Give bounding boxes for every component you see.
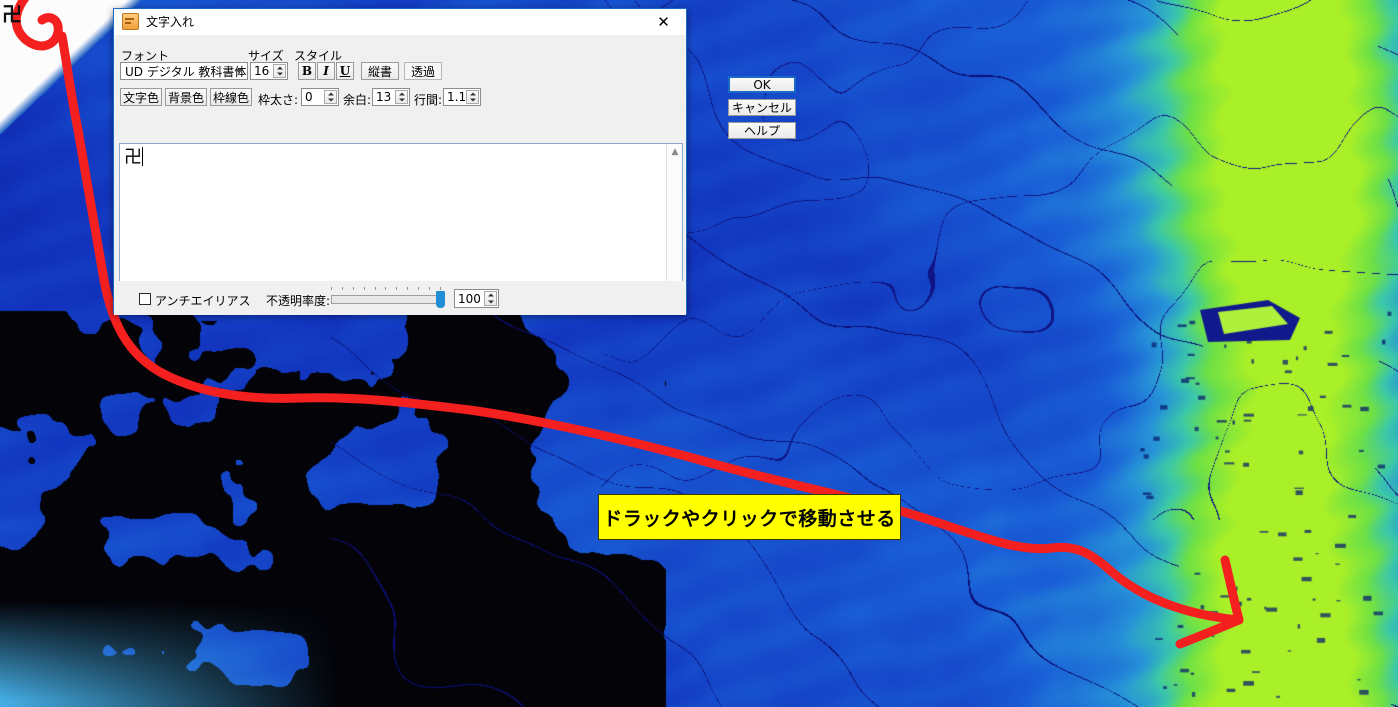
spin-down-icon[interactable] <box>396 97 407 103</box>
line-spacing-spin-buttons[interactable] <box>466 90 479 104</box>
help-label: ヘルプ <box>744 122 780 139</box>
spin-down-icon[interactable] <box>485 299 496 306</box>
border-color-button[interactable]: 枠線色 <box>210 88 252 106</box>
line-spacing-value: 1.1 <box>447 90 466 104</box>
dialog-titlebar[interactable]: 文字入れ ✕ <box>114 9 686 35</box>
font-size-spin-buttons[interactable] <box>273 64 286 78</box>
vertical-text-button[interactable]: 縦書 <box>361 62 399 80</box>
chevron-down-icon <box>235 69 243 73</box>
opacity-slider-track[interactable] <box>331 295 441 304</box>
font-family-select[interactable]: UD デジタル 教科書体 <box>120 62 248 80</box>
ok-label: OK <box>753 78 770 92</box>
line-spacing-stepper[interactable]: 1.1 <box>443 88 481 106</box>
font-family-value: UD デジタル 教科書体 <box>125 63 246 80</box>
dialog-title: 文字入れ <box>146 13 194 30</box>
map-callout-text: ドラックやクリックで移動させる <box>603 504 896 531</box>
antialias-checkbox[interactable] <box>139 293 151 305</box>
underline-button[interactable]: U <box>336 62 354 80</box>
opacity-label: 不透明率度: <box>266 292 330 309</box>
vertical-text-label: 縦書 <box>368 63 392 80</box>
map-callout-banner: ドラックやクリックで移動させる <box>598 494 901 540</box>
border-width-value: 0 <box>305 90 313 104</box>
spin-down-icon[interactable] <box>274 71 285 77</box>
dialog-body: フォント サイズ スタイル UD デジタル 教科書体 16 B I U 縦書 透… <box>114 35 686 315</box>
font-size-stepper[interactable]: 16 <box>250 62 288 80</box>
ok-button[interactable]: OK <box>728 76 796 93</box>
border-color-label: 枠線色 <box>213 89 249 106</box>
spin-down-icon[interactable] <box>325 97 336 103</box>
border-width-label: 枠太さ: <box>258 91 298 108</box>
opacity-value: 100 <box>458 292 481 306</box>
margin-label: 余白: <box>343 91 371 108</box>
background-color-button[interactable]: 背景色 <box>165 88 207 106</box>
border-width-stepper[interactable]: 0 <box>301 88 339 106</box>
font-size-value: 16 <box>254 64 269 78</box>
border-width-spin-buttons[interactable] <box>324 90 337 104</box>
opacity-stepper[interactable]: 100 <box>454 289 499 308</box>
map-manji-marker: 卍 <box>2 4 22 24</box>
italic-button[interactable]: I <box>317 62 335 80</box>
antialias-label: アンチエイリアス <box>155 292 251 309</box>
italic-label: I <box>323 64 329 78</box>
text-color-button[interactable]: 文字色 <box>120 88 162 106</box>
transparent-label: 透過 <box>411 63 435 80</box>
editor-vertical-scrollbar[interactable]: ▲ ▼ <box>666 144 682 298</box>
cancel-button[interactable]: キャンセル <box>728 99 796 116</box>
spin-down-icon[interactable] <box>467 97 478 103</box>
opacity-slider-ticks <box>331 287 441 290</box>
text-editor-content-area[interactable]: 卍 <box>120 144 666 298</box>
text-editor-value: 卍 <box>124 147 142 168</box>
text-color-label: 文字色 <box>123 89 159 106</box>
help-button[interactable]: ヘルプ <box>728 122 796 139</box>
margin-stepper[interactable]: 13 <box>372 88 410 106</box>
app-icon <box>122 13 139 30</box>
cancel-label: キャンセル <box>732 99 792 116</box>
close-icon[interactable]: ✕ <box>641 9 686 34</box>
margin-value: 13 <box>376 90 391 104</box>
scroll-up-icon[interactable]: ▲ <box>667 144 683 160</box>
bold-button[interactable]: B <box>298 62 316 80</box>
bold-label: B <box>302 64 312 78</box>
underline-label: U <box>340 64 350 78</box>
background-color-label: 背景色 <box>168 89 204 106</box>
dialog-bottom-bar: アンチエイリアス 不透明率度: 100 <box>114 281 686 315</box>
opacity-spin-buttons[interactable] <box>484 291 497 306</box>
transparent-button[interactable]: 透過 <box>404 62 442 80</box>
text-insert-dialog: 文字入れ ✕ フォント サイズ スタイル UD デジタル 教科書体 16 B I <box>113 8 687 314</box>
margin-spin-buttons[interactable] <box>395 90 408 104</box>
opacity-slider-thumb[interactable] <box>436 291 445 308</box>
text-caret <box>142 147 143 166</box>
line-spacing-label: 行間: <box>414 91 442 108</box>
